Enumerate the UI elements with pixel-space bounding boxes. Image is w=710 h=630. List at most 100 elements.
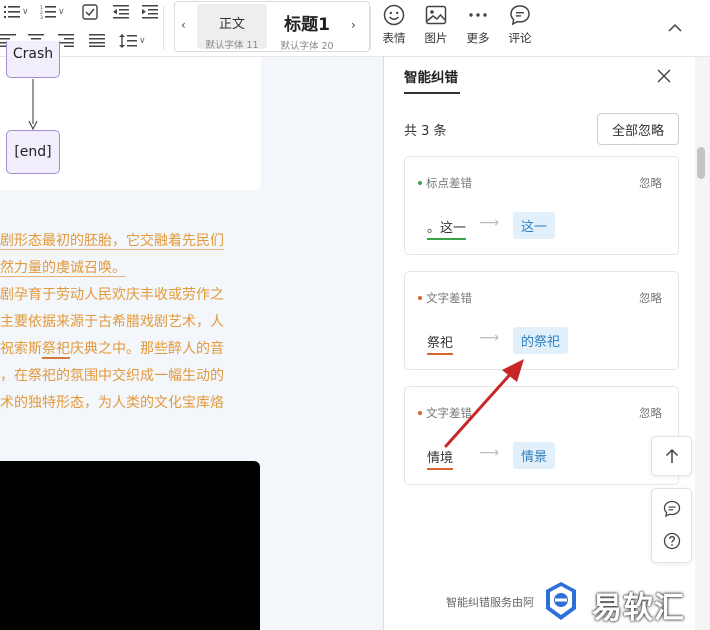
- status-dot: [418, 411, 422, 415]
- suggestion-chip[interactable]: 这一: [513, 212, 556, 239]
- align-right-button[interactable]: [58, 34, 74, 47]
- indent-button[interactable]: [142, 5, 158, 19]
- ignore-button[interactable]: 忽略: [639, 175, 662, 191]
- comment-icon: [663, 500, 681, 518]
- list-icon: [4, 6, 20, 18]
- flowchart-block: Crash [end]: [0, 41, 261, 190]
- toolbar-divider: [370, 6, 371, 50]
- style-normal-font: 默认字体 11: [205, 40, 259, 51]
- more-button[interactable]: 更多: [458, 4, 498, 46]
- chevron-left-icon[interactable]: ‹: [181, 18, 186, 32]
- watermark-text: 易软汇: [592, 591, 685, 626]
- comment-button[interactable]: 评论: [500, 4, 540, 46]
- collapse-toolbar-button[interactable]: [668, 18, 682, 37]
- error-type: 文字差错: [426, 406, 472, 420]
- line-spacing-icon: [119, 34, 137, 48]
- style-heading1-label: 标题1: [284, 15, 330, 35]
- emoji-label: 表情: [382, 31, 406, 45]
- feedback-button[interactable]: [663, 500, 681, 522]
- numbered-list-button[interactable]: 123 ∨: [40, 5, 65, 19]
- close-panel-button[interactable]: [657, 68, 671, 87]
- emoji-button[interactable]: 表情: [374, 4, 414, 46]
- text-line: 剧孕育于劳动人民欢庆丰收或劳作之: [0, 287, 224, 303]
- justify-icon: [89, 34, 105, 47]
- image-icon: [425, 5, 447, 25]
- ignore-all-button[interactable]: 全部忽略: [597, 113, 679, 145]
- style-heading1-font: 默认字体 20: [280, 41, 334, 52]
- indent-icon: [142, 5, 158, 19]
- text-line: ，在祭祀的氛围中交织成一幅生动的: [0, 368, 224, 384]
- numbered-list-icon: 123: [40, 5, 56, 19]
- original-text: 情境: [427, 447, 454, 470]
- tab-underline: [404, 92, 460, 94]
- help-icon: [663, 532, 681, 550]
- justify-button[interactable]: [89, 34, 105, 47]
- svg-text:3: 3: [40, 15, 43, 19]
- line-spacing-button[interactable]: ∨: [119, 34, 146, 48]
- ignore-button[interactable]: 忽略: [639, 290, 662, 306]
- back-to-top-button[interactable]: [651, 436, 692, 476]
- error-count: 共 3 条: [404, 124, 447, 139]
- service-footer: 智能纠错服务由阿: [446, 596, 534, 609]
- paragraph-style-group: ‹ 正文 默认字体 11 标题1 默认字体 20 ›: [174, 1, 370, 52]
- flow-node-end[interactable]: [end]: [6, 130, 60, 174]
- help-button[interactable]: [663, 532, 681, 554]
- floating-actions: [651, 488, 692, 563]
- outdent-button[interactable]: [113, 5, 129, 19]
- chevron-up-icon: [668, 23, 682, 32]
- bulleted-list-button[interactable]: ∨: [4, 5, 29, 19]
- smart-correction-panel: 智能纠错 共 3 条 全部忽略 标点差错 忽略 。这一 ⟶ 这一 文字差错 忽略…: [384, 57, 695, 630]
- more-label: 更多: [466, 31, 490, 45]
- toolbar: ∨ 123 ∨ ∨ ‹ 正文 默认字体 11 标题1 默认字体 20 › 表情 …: [0, 0, 710, 57]
- chevron-right-icon[interactable]: ›: [351, 18, 356, 32]
- suggestion-chip[interactable]: 情景: [513, 442, 556, 469]
- more-icon: [469, 13, 487, 17]
- ignore-button[interactable]: 忽略: [639, 405, 662, 421]
- tab-smart-correction[interactable]: 智能纠错: [404, 66, 458, 86]
- checkbox-icon: [82, 4, 98, 20]
- outdent-icon: [113, 5, 129, 19]
- correction-card[interactable]: 文字差错 忽略 情境 ⟶ 情景: [404, 386, 679, 485]
- document-text[interactable]: 剧形态最初的胚胎，它交融着先民们 然力量的虔诚召唤。 剧孕育于劳动人民欢庆丰收或…: [0, 228, 261, 417]
- correction-card[interactable]: 标点差错 忽略 。这一 ⟶ 这一: [404, 156, 679, 255]
- arrow-right-icon: ⟶: [479, 215, 500, 231]
- flow-node-crash[interactable]: Crash: [6, 41, 60, 78]
- error-type: 文字差错: [426, 291, 472, 305]
- text-line: 主要依据来源于古希腊戏剧艺术，人: [0, 314, 224, 330]
- flow-arrow: [28, 79, 38, 131]
- toolbar-divider: [163, 6, 164, 50]
- suggestion-chip[interactable]: 的祭祀: [513, 327, 569, 354]
- chevron-down-icon: ∨: [139, 36, 146, 46]
- close-icon: [657, 69, 671, 83]
- style-heading1-button[interactable]: 标题1 默认字体 20: [272, 4, 342, 52]
- watermark-logo-icon: [546, 582, 576, 620]
- chevron-down-icon: ∨: [22, 7, 29, 17]
- text-line: 术的独特形态，为人类的文化宝库烙: [0, 395, 224, 411]
- scrollbar-thumb[interactable]: [697, 147, 705, 179]
- style-normal-label: 正文: [218, 17, 245, 32]
- error-type: 标点差错: [426, 176, 472, 190]
- status-dot: [418, 296, 422, 300]
- chevron-down-icon: ∨: [58, 7, 65, 17]
- original-text: 祭祀: [427, 332, 454, 355]
- text-line: 剧形态最初的胚胎，它交融着先民们: [0, 233, 224, 250]
- arrow-right-icon: ⟶: [479, 330, 500, 346]
- image-button[interactable]: 图片: [416, 4, 456, 46]
- text-line: 祝索斯祭祀庆典之中。那些醉人的音: [0, 341, 224, 359]
- align-right-icon: [58, 34, 74, 47]
- correction-card[interactable]: 文字差错 忽略 祭祀 ⟶ 的祭祀: [404, 271, 679, 370]
- status-dot: [418, 181, 422, 185]
- todo-list-button[interactable]: [82, 4, 98, 20]
- comment-label: 评论: [508, 31, 532, 45]
- embedded-image[interactable]: [0, 461, 260, 630]
- error-highlight[interactable]: 祭祀: [42, 341, 70, 359]
- arrow-right-icon: ⟶: [479, 445, 500, 461]
- panel-scrollbar[interactable]: [695, 57, 710, 630]
- text-line: 然力量的虔诚召唤。: [0, 260, 126, 277]
- arrow-up-icon: [665, 448, 678, 463]
- image-label: 图片: [424, 31, 448, 45]
- emoji-icon: [383, 4, 405, 26]
- original-text: 。这一: [427, 217, 467, 240]
- comment-icon: [510, 5, 530, 26]
- style-normal-button[interactable]: 正文 默认字体 11: [197, 4, 267, 51]
